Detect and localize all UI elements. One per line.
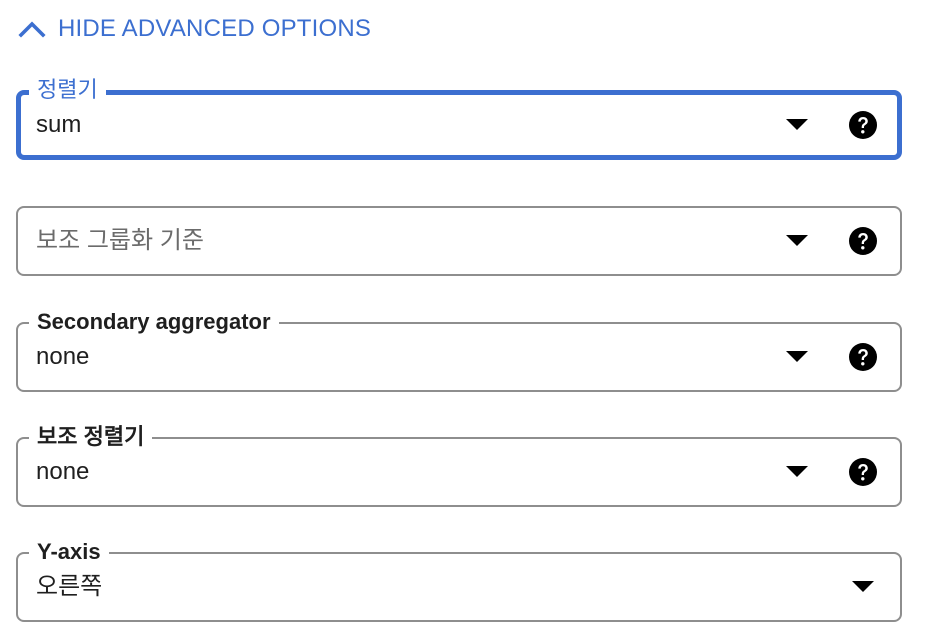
advanced-options-panel: HIDE ADVANCED OPTIONS 정렬기 sum 보조 그룹화 기준	[0, 0, 934, 638]
chevron-up-icon	[18, 20, 46, 38]
dropdown-arrow-icon[interactable]	[786, 235, 808, 247]
hide-advanced-options-button[interactable]: HIDE ADVANCED OPTIONS	[18, 12, 371, 46]
secondary-group-by-placeholder: 보조 그룹화 기준	[36, 227, 204, 254]
hide-advanced-options-label: HIDE ADVANCED OPTIONS	[58, 15, 372, 42]
dropdown-arrow-icon[interactable]	[786, 119, 808, 131]
y-axis-label: Y-axis	[29, 539, 109, 565]
secondary-aggregator-value: none	[36, 343, 90, 370]
secondary-group-by-select[interactable]: 보조 그룹화 기준	[16, 206, 902, 276]
dropdown-arrow-icon[interactable]	[786, 466, 808, 478]
aggregator-value: sum	[36, 111, 82, 138]
y-axis-select[interactable]: Y-axis 오른쪽	[16, 539, 902, 622]
secondary-aggregator-select[interactable]: Secondary aggregator none	[16, 309, 902, 392]
help-circle-icon[interactable]	[848, 110, 878, 140]
dropdown-arrow-icon[interactable]	[852, 581, 874, 593]
aggregator-label: 정렬기	[29, 77, 106, 103]
dropdown-arrow-icon[interactable]	[786, 351, 808, 363]
help-circle-icon[interactable]	[848, 342, 878, 372]
secondary-sorter-value: none	[36, 458, 90, 485]
help-circle-icon[interactable]	[848, 226, 878, 256]
help-circle-icon[interactable]	[848, 457, 878, 487]
aggregator-select[interactable]: 정렬기 sum	[16, 77, 902, 160]
secondary-sorter-select[interactable]: 보조 정렬기 none	[16, 424, 902, 507]
y-axis-value: 오른쪽	[36, 573, 103, 600]
secondary-sorter-label: 보조 정렬기	[29, 424, 153, 450]
secondary-aggregator-label: Secondary aggregator	[29, 309, 279, 335]
